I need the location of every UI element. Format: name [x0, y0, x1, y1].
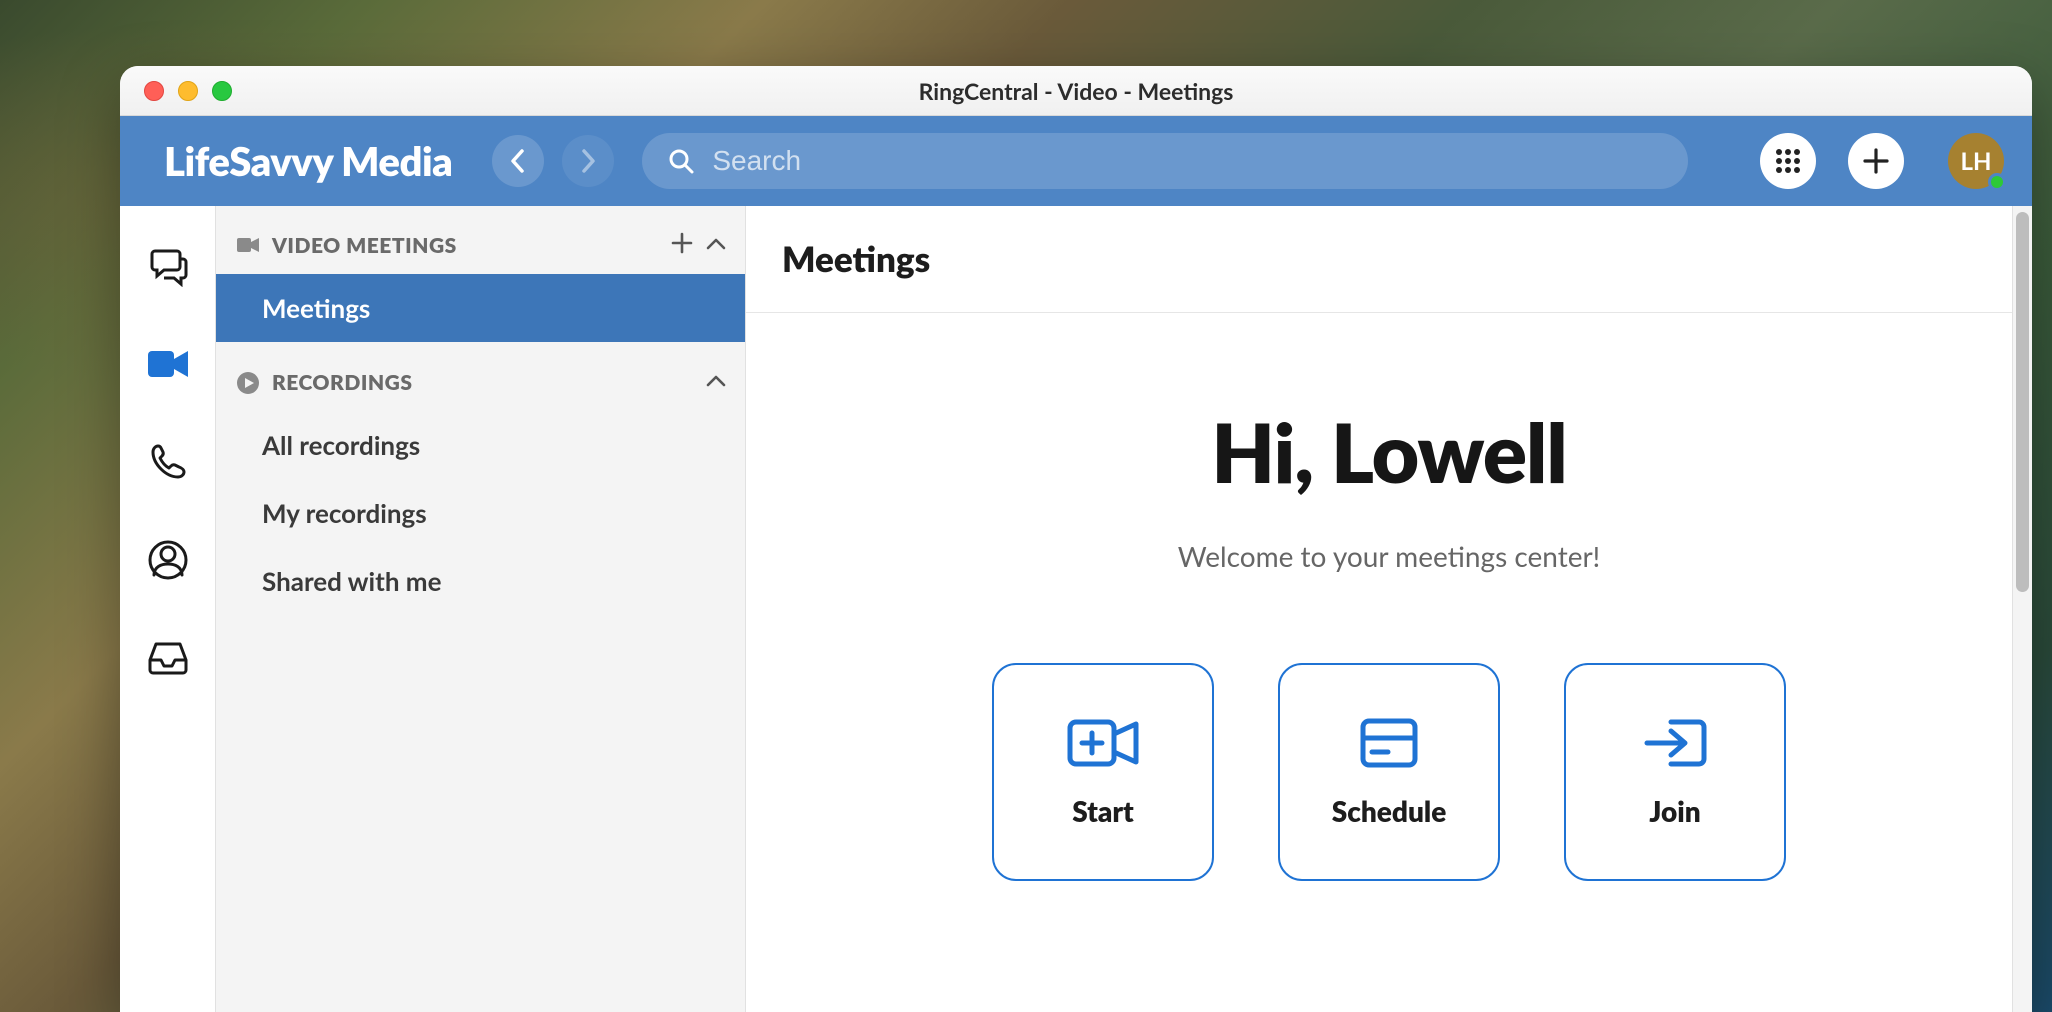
avatar[interactable]: LH: [1948, 133, 2004, 189]
video-icon: [146, 347, 190, 381]
schedule-meeting-card[interactable]: Schedule: [1278, 663, 1500, 881]
page-title: Meetings: [746, 206, 2032, 313]
org-name: LifeSavvy Media: [164, 137, 452, 185]
app-body: VIDEO MEETINGS Meetings RECORDINGS All r…: [120, 206, 2032, 1012]
avatar-initials: LH: [1961, 147, 1992, 176]
card-label: Join: [1649, 794, 1700, 828]
dialpad-icon: [1774, 147, 1802, 175]
schedule-icon: [1358, 716, 1420, 770]
scroll-thumb[interactable]: [2016, 212, 2029, 592]
rail-messages[interactable]: [144, 242, 192, 290]
inbox-icon: [146, 640, 190, 676]
action-cards: Start Schedule: [992, 663, 1786, 881]
add-meeting-button[interactable]: [671, 232, 693, 258]
chevron-up-icon: [705, 374, 727, 388]
chevron-up-icon: [705, 237, 727, 251]
card-label: Start: [1072, 794, 1134, 828]
side-panel: VIDEO MEETINGS Meetings RECORDINGS All r…: [216, 206, 746, 1012]
section-head-recordings: RECORDINGS: [216, 354, 745, 411]
message-icon: [147, 245, 189, 287]
section-head-video-meetings: VIDEO MEETINGS: [216, 216, 745, 274]
phone-icon: [148, 442, 188, 482]
rail-inbox[interactable]: [144, 634, 192, 682]
icon-rail: [120, 206, 216, 1012]
collapse-video-meetings[interactable]: [705, 236, 727, 255]
search-icon: [668, 148, 694, 174]
collapse-recordings[interactable]: [705, 373, 727, 392]
sidebar-item-my-recordings[interactable]: My recordings: [216, 479, 745, 547]
plus-small-icon: [671, 232, 693, 254]
nav-forward-button[interactable]: [562, 135, 614, 187]
dialpad-button[interactable]: [1760, 133, 1816, 189]
sidebar-item-shared-with-me[interactable]: Shared with me: [216, 547, 745, 615]
main-content: Hi, Lowell Welcome to your meetings cent…: [746, 313, 2032, 1012]
plus-icon: [1862, 147, 1890, 175]
rail-video[interactable]: [144, 340, 192, 388]
app-header: LifeSavvy Media LH: [120, 116, 2032, 206]
section-label: VIDEO MEETINGS: [272, 233, 659, 258]
chevron-left-icon: [509, 148, 527, 174]
main-area: Meetings Hi, Lowell Welcome to your meet…: [746, 206, 2032, 1012]
scrollbar[interactable]: [2012, 206, 2032, 1012]
contacts-icon: [148, 540, 188, 580]
app-window: RingCentral - Video - Meetings LifeSavvy…: [120, 66, 2032, 1012]
welcome-text: Welcome to your meetings center!: [1178, 539, 1600, 573]
rail-phone[interactable]: [144, 438, 192, 486]
nav-back-button[interactable]: [492, 135, 544, 187]
chevron-right-icon: [579, 148, 597, 174]
titlebar: RingCentral - Video - Meetings: [120, 66, 2032, 116]
video-small-icon: [236, 236, 260, 254]
search-input[interactable]: [712, 145, 1662, 177]
rail-contacts[interactable]: [144, 536, 192, 584]
sidebar-item-meetings[interactable]: Meetings: [216, 274, 745, 342]
presence-indicator: [1988, 173, 2006, 191]
new-action-button[interactable]: [1848, 133, 1904, 189]
section-label: RECORDINGS: [272, 370, 693, 395]
join-meeting-card[interactable]: Join: [1564, 663, 1786, 881]
join-icon: [1641, 716, 1709, 770]
window-title: RingCentral - Video - Meetings: [120, 77, 2032, 105]
start-meeting-card[interactable]: Start: [992, 663, 1214, 881]
start-video-icon: [1066, 716, 1140, 770]
play-circle-icon: [236, 371, 260, 395]
card-label: Schedule: [1332, 794, 1447, 828]
greeting: Hi, Lowell: [1211, 403, 1566, 501]
sidebar-item-all-recordings[interactable]: All recordings: [216, 411, 745, 479]
search-bar[interactable]: [642, 133, 1688, 189]
